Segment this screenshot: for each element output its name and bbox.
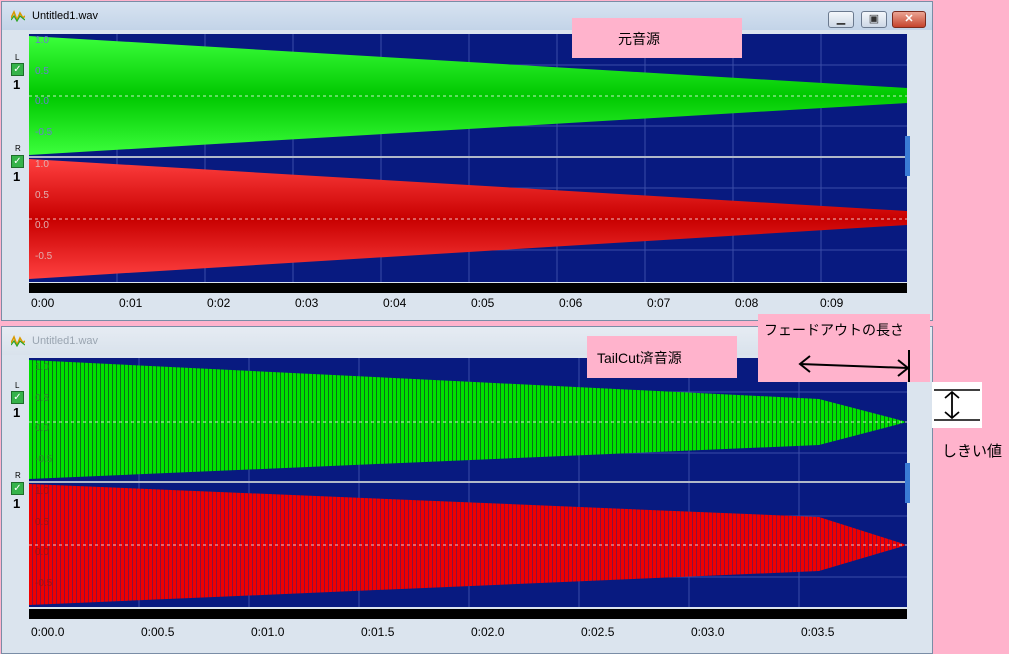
- threshold-arrow-icon: [934, 389, 980, 421]
- amp-tick: 0.5: [35, 190, 49, 201]
- vertical-zoom-handle[interactable]: [905, 136, 910, 176]
- channel-label-left: L: [15, 381, 20, 390]
- time-label: 0:02: [207, 296, 231, 310]
- channel-number-right: 1: [13, 496, 21, 511]
- time-label: 0:01.5: [361, 625, 395, 639]
- time-label: 0:00.0: [31, 625, 65, 639]
- time-label: 0:01: [119, 296, 143, 310]
- fadeout-length-label: フェードアウトの長さ: [764, 322, 904, 338]
- amp-tick: 1.0: [35, 35, 49, 46]
- channel-number-left: 1: [13, 77, 21, 92]
- time-label: 0:03.5: [801, 625, 835, 639]
- waveform-left-channel: [29, 36, 907, 155]
- time-label: 0:06: [559, 296, 583, 310]
- amp-tick: 0.0: [35, 220, 49, 231]
- vertical-zoom-handle[interactable]: [905, 463, 910, 503]
- time-ruler-bar[interactable]: [29, 609, 907, 619]
- threshold-marker-box: [932, 382, 982, 428]
- close-icon: ✕: [904, 13, 914, 25]
- window-title: Untitled1.wav: [32, 10, 99, 22]
- fadeout-arrow-icon: [798, 350, 910, 382]
- time-label: 0:02.0: [471, 625, 505, 639]
- time-label: 0:00.5: [141, 625, 175, 639]
- waveform-plot[interactable]: [29, 34, 907, 282]
- time-label: 0:08: [735, 296, 759, 310]
- channel-enable-checkbox-right[interactable]: ✓: [11, 482, 24, 495]
- channel-label-right: R: [15, 144, 21, 153]
- fadeout-annotation-box: フェードアウトの長さ: [758, 314, 930, 382]
- time-label: 0:01.0: [251, 625, 285, 639]
- minimize-button[interactable]: ▁: [828, 11, 854, 28]
- channel-enable-checkbox-left[interactable]: ✓: [11, 391, 24, 404]
- app-icon: [11, 10, 25, 22]
- channel-enable-checkbox-right[interactable]: ✓: [11, 155, 24, 168]
- amp-tick: 1.0: [35, 159, 49, 170]
- time-label: 0:04: [383, 296, 407, 310]
- waveform-plot[interactable]: [29, 358, 907, 607]
- channel-number-left: 1: [13, 405, 21, 420]
- minimize-icon: ▁: [836, 13, 846, 25]
- time-label: 0:02.5: [581, 625, 615, 639]
- maximize-button[interactable]: ▣: [861, 11, 887, 28]
- time-ruler-bar[interactable]: [29, 283, 907, 293]
- waveform-window-original: Untitled1.wav ▁ ▣ ✕ L ✓ 1 R ✓ 1 1.0 0.5 …: [1, 1, 933, 321]
- channel-label-right: R: [15, 471, 21, 480]
- time-label: 0:09: [820, 296, 844, 310]
- channel-number-right: 1: [13, 169, 21, 184]
- amp-tick: -0.5: [35, 454, 53, 465]
- amp-tick: -0.5: [35, 251, 53, 262]
- original-source-label-box: 元音源: [572, 18, 742, 58]
- tailcut-source-label: TailCut済音源: [597, 350, 682, 366]
- amp-tick: 0.5: [35, 517, 49, 528]
- amp-tick: 0.0: [35, 547, 49, 558]
- close-button[interactable]: ✕: [892, 11, 926, 28]
- channel-label-left: L: [15, 53, 20, 62]
- time-label: 0:07: [647, 296, 671, 310]
- channel-enable-checkbox-left[interactable]: ✓: [11, 63, 24, 76]
- waveform-right-channel: [29, 484, 907, 605]
- time-label: 0:05: [471, 296, 495, 310]
- amp-tick: 1.0: [35, 362, 49, 373]
- time-label: 0:00: [31, 296, 55, 310]
- threshold-label: しきい値: [942, 443, 1003, 460]
- title-bar[interactable]: Untitled1.wav ▁ ▣ ✕: [2, 2, 932, 30]
- amp-tick: -0.5: [35, 127, 53, 138]
- tailcut-source-label-box: TailCut済音源: [587, 336, 737, 378]
- window-title: Untitled1.wav: [32, 335, 99, 347]
- time-label: 0:03.0: [691, 625, 725, 639]
- amp-tick: 0.5: [35, 393, 49, 404]
- original-source-label: 元音源: [618, 31, 660, 47]
- amp-tick: -0.5: [35, 578, 53, 589]
- amp-tick: 1.0: [35, 486, 49, 497]
- maximize-icon: ▣: [868, 13, 880, 25]
- amp-tick: 0.0: [35, 423, 49, 434]
- amp-tick: 0.5: [35, 66, 49, 77]
- app-icon: [11, 335, 25, 347]
- amp-tick: 0.0: [35, 96, 49, 107]
- time-label: 0:03: [295, 296, 319, 310]
